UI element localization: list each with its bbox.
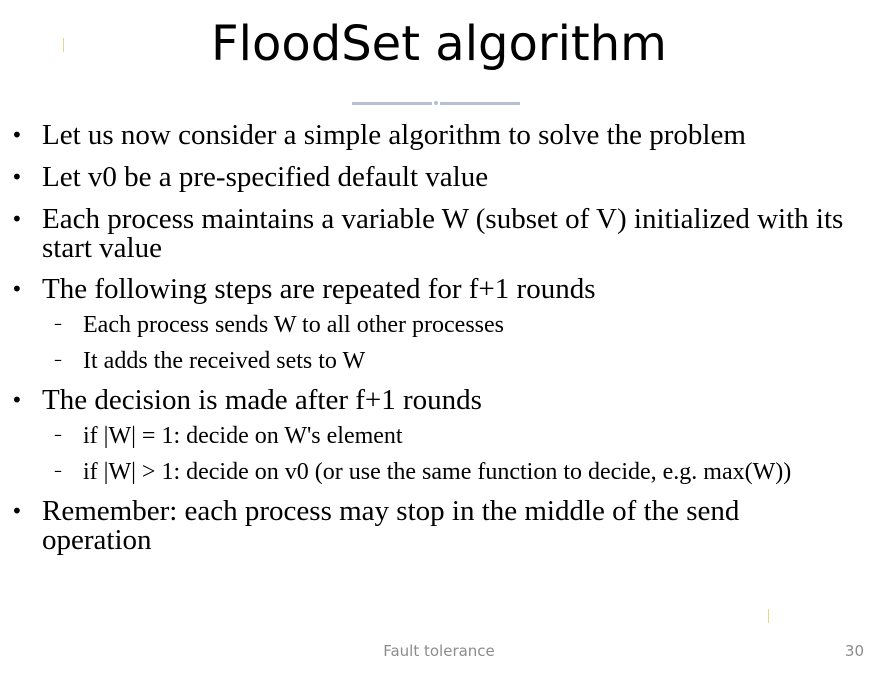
sub-bullet-text: Each process sends W to all other proces…: [83, 312, 504, 338]
bullet-dot: •: [11, 277, 23, 301]
bullet-dot: •: [11, 499, 23, 523]
divider-bar-right: [440, 102, 520, 105]
sub-bullet-dash: –: [54, 350, 62, 369]
bullet-text: Each process maintains a variable W (sub…: [42, 203, 844, 264]
bullet-text: The decision is made after f+1 rounds: [42, 384, 482, 416]
bullet-list: • Let us now consider a simple algorithm…: [0, 118, 878, 555]
bullet-item: • The following steps are repeated for f…: [0, 275, 878, 304]
bullet-dot: •: [11, 207, 23, 231]
sub-bullet-item: – if |W| = 1: decide on W's element: [0, 424, 878, 449]
decorative-tick: [768, 609, 769, 623]
bullet-dot: •: [11, 123, 23, 147]
sub-bullet-item: – if |W| > 1: decide on v0 (or use the s…: [0, 460, 878, 485]
bullet-item: • Each process maintains a variable W (s…: [0, 205, 878, 263]
sub-bullet-item: – Each process sends W to all other proc…: [0, 313, 878, 338]
bullet-item: • Remember: each process may stop in the…: [0, 497, 878, 555]
bullet-item: • Let v0 be a pre-specified default valu…: [0, 163, 878, 192]
sub-bullet-text: if |W| = 1: decide on W's element: [83, 423, 403, 449]
slide-title: FloodSet algorithm: [211, 16, 667, 72]
sub-bullet-text: if |W| > 1: decide on v0 (or use the sam…: [83, 459, 792, 485]
bullet-text: Let us now consider a simple algorithm t…: [42, 119, 746, 151]
title-divider: [352, 100, 520, 106]
bullet-dot: •: [11, 388, 23, 412]
sub-bullet-dash: –: [54, 461, 62, 480]
divider-bar-left: [352, 102, 432, 105]
sub-bullet-text: It adds the received sets to W: [83, 348, 366, 374]
bullet-text: The following steps are repeated for f+1…: [42, 273, 596, 305]
bullet-dot: •: [11, 165, 23, 189]
sub-bullet-item: – It adds the received sets to W: [0, 349, 878, 374]
bullet-text: Remember: each process may stop in the m…: [42, 495, 740, 556]
footer-label: Fault tolerance: [383, 642, 495, 660]
bullet-text: Let v0 be a pre-specified default value: [42, 161, 489, 193]
page-number: 30: [844, 642, 864, 660]
sub-bullet-dash: –: [54, 314, 62, 333]
bullet-item: • Let us now consider a simple algorithm…: [0, 121, 878, 150]
sub-bullet-dash: –: [54, 425, 62, 444]
bullet-item: • The decision is made after f+1 rounds: [0, 386, 878, 415]
divider-dot: [434, 101, 438, 105]
